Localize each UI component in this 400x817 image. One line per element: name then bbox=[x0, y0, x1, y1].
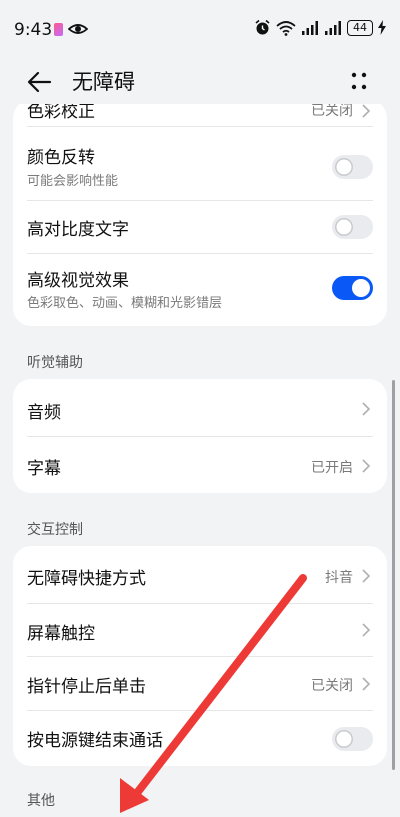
power-key-end-call-toggle[interactable] bbox=[332, 727, 373, 751]
power-key-end-call-label: 按电源键结束通话 bbox=[27, 731, 163, 751]
chevron-right-icon bbox=[362, 677, 371, 691]
chevron-right-icon bbox=[362, 569, 371, 583]
dwell-click-label: 指针停止后单击 bbox=[27, 677, 146, 697]
vision-settings-card: 色彩校正 已关闭 颜色反转 可能会影响性能 高对比度文字 高级视觉效果 色彩取色… bbox=[13, 104, 387, 326]
chevron-right-icon bbox=[362, 623, 371, 637]
captions-row[interactable]: 字幕 已开启 bbox=[13, 437, 387, 493]
app-notification-icon bbox=[54, 23, 63, 36]
advanced-visual-effects-subtitle: 色彩取色、动画、模糊和光影错层 bbox=[27, 296, 223, 311]
wifi-icon bbox=[276, 20, 296, 36]
color-correction-value: 已关闭 bbox=[311, 104, 353, 119]
section-header-hearing: 听觉辅助 bbox=[27, 355, 83, 371]
advanced-visual-effects-row[interactable]: 高级视觉效果 色彩取色、动画、模糊和光影错层 bbox=[13, 254, 387, 326]
high-contrast-text-label: 高对比度文字 bbox=[27, 220, 129, 240]
high-contrast-text-row[interactable]: 高对比度文字 bbox=[13, 201, 387, 253]
captions-value: 已开启 bbox=[311, 460, 353, 476]
alarm-icon bbox=[255, 19, 270, 35]
chevron-right-icon bbox=[362, 402, 371, 416]
chevron-right-icon bbox=[362, 104, 371, 118]
advanced-visual-effects-label: 高级视觉效果 bbox=[27, 271, 129, 291]
color-inversion-subtitle: 可能会影响性能 bbox=[27, 174, 119, 189]
settings-list[interactable]: 色彩校正 已关闭 颜色反转 可能会影响性能 高对比度文字 高级视觉效果 色彩取色… bbox=[0, 104, 400, 817]
signal-1-icon bbox=[302, 20, 318, 35]
battery-icon: 44 bbox=[347, 19, 373, 36]
accessibility-shortcut-value: 抖音 bbox=[325, 570, 353, 586]
eye-comfort-icon bbox=[68, 24, 88, 34]
captions-label: 字幕 bbox=[27, 459, 61, 479]
screen: 9:43 44 无障碍 色彩校正 已关闭 颜色反转 可能会影响性能 高对比度文字… bbox=[0, 0, 400, 817]
dwell-click-value: 已关闭 bbox=[311, 678, 353, 694]
power-key-end-call-row[interactable]: 按电源键结束通话 bbox=[13, 711, 387, 766]
charging-icon bbox=[378, 20, 386, 35]
color-inversion-toggle[interactable] bbox=[332, 155, 373, 179]
color-correction-row[interactable]: 色彩校正 已关闭 bbox=[13, 104, 387, 126]
audio-label: 音频 bbox=[27, 403, 61, 423]
chevron-right-icon bbox=[362, 459, 371, 473]
advanced-visual-effects-toggle[interactable] bbox=[332, 276, 373, 300]
status-time: 9:43 bbox=[14, 20, 53, 40]
color-inversion-row[interactable]: 颜色反转 可能会影响性能 bbox=[13, 127, 387, 199]
accessibility-shortcut-row[interactable]: 无障碍快捷方式 抖音 bbox=[13, 546, 387, 603]
page-title: 无障碍 bbox=[72, 70, 135, 94]
color-correction-label: 色彩校正 bbox=[27, 104, 95, 122]
dwell-click-row[interactable]: 指针停止后单击 已关闭 bbox=[13, 657, 387, 710]
screen-touch-label: 屏幕触控 bbox=[27, 624, 95, 644]
interaction-settings-card: 无障碍快捷方式 抖音 屏幕触控 指针停止后单击 已关闭 按电源键结束通话 bbox=[13, 546, 387, 766]
scrollbar[interactable] bbox=[392, 380, 395, 770]
status-icons: 44 bbox=[254, 19, 386, 36]
screen-touch-row[interactable]: 屏幕触控 bbox=[13, 604, 387, 656]
status-bar: 9:43 44 bbox=[0, 0, 400, 60]
section-header-interaction: 交互控制 bbox=[27, 522, 83, 538]
page-header: 无障碍 bbox=[0, 60, 400, 104]
audio-row[interactable]: 音频 bbox=[13, 379, 387, 435]
section-header-other: 其他 bbox=[27, 793, 55, 809]
more-options-icon[interactable] bbox=[345, 68, 373, 96]
accessibility-shortcut-label: 无障碍快捷方式 bbox=[27, 569, 146, 589]
hearing-settings-card: 音频 字幕 已开启 bbox=[13, 379, 387, 493]
high-contrast-text-toggle[interactable] bbox=[332, 215, 373, 239]
signal-2-icon bbox=[325, 20, 341, 35]
back-arrow-icon[interactable] bbox=[26, 68, 54, 96]
color-inversion-label: 颜色反转 bbox=[27, 148, 95, 168]
